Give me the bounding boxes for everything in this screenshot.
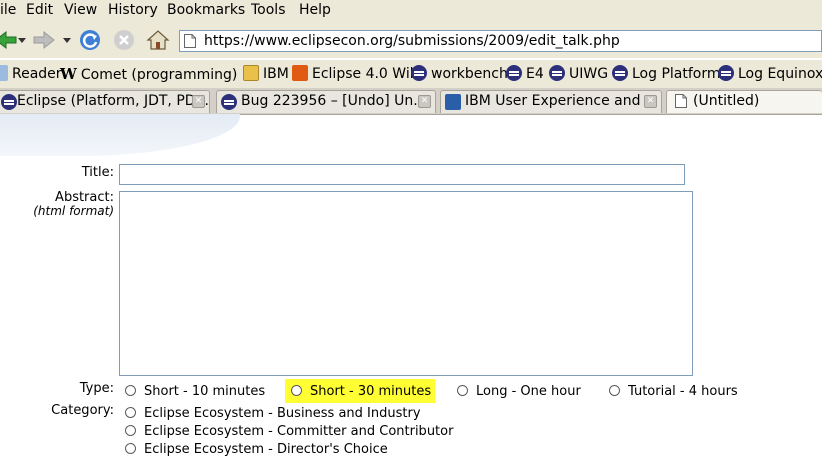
eclipse-icon xyxy=(1,94,17,110)
tab-eclipse[interactable]: Eclipse (Platform, JDT, PD... ✕ xyxy=(0,90,210,113)
bookmark-ibm[interactable]: IBM xyxy=(243,64,289,84)
menu-tools[interactable]: Tools xyxy=(251,0,286,20)
bookmarks-toolbar: Reader W Comet (programming) ... IBM Ecli… xyxy=(0,60,822,88)
eclipse-icon xyxy=(221,94,237,110)
category-business-label: Eclipse Ecosystem - Business and Industr… xyxy=(144,406,421,421)
eclipse-icon xyxy=(612,65,628,81)
category-directors-choice-radio[interactable] xyxy=(125,443,136,454)
w3-icon xyxy=(445,94,461,110)
menu-bookmarks[interactable]: Bookmarks xyxy=(167,0,245,20)
type-tutorial-label: Tutorial - 4 hours xyxy=(628,384,738,399)
eclipse-icon xyxy=(411,65,427,81)
type-long-label: Long - One hour xyxy=(476,384,581,399)
wiki-icon xyxy=(292,65,308,81)
bookmark-log-platform[interactable]: Log Platform xyxy=(612,64,721,84)
menu-bar: ile Edit View History Bookmarks Tools He… xyxy=(0,0,822,23)
type-long-radio[interactable] xyxy=(457,385,468,396)
stop-icon[interactable] xyxy=(112,28,136,52)
bookmark-comet[interactable]: W Comet (programming) ... xyxy=(60,64,255,84)
title-label: Title: xyxy=(81,165,114,180)
url-bar[interactable]: https://www.eclipsecon.org/submissions/2… xyxy=(179,30,822,52)
type-tutorial-radio[interactable] xyxy=(609,385,620,396)
category-committer-radio[interactable] xyxy=(125,425,136,436)
tab-strip: Eclipse (Platform, JDT, PD... ✕ Bug 2239… xyxy=(0,88,822,115)
header-decoration xyxy=(0,114,240,156)
back-history-dropdown-icon[interactable] xyxy=(18,38,26,44)
type-short-10-radio[interactable] xyxy=(125,385,136,396)
type-label: Type: xyxy=(79,381,114,396)
bookmark-e4[interactable]: E4 xyxy=(506,64,544,84)
abstract-format-hint: (html format) xyxy=(33,204,114,218)
menu-help[interactable]: Help xyxy=(299,0,331,20)
bookmark-eclipse-wiki[interactable]: Eclipse 4.0 Wiki xyxy=(292,64,422,84)
type-short-10-label: Short - 10 minutes xyxy=(144,384,266,399)
bookmark-reader[interactable]: Reader xyxy=(0,64,62,84)
abstract-label: Abstract: xyxy=(55,190,114,205)
bookmark-uiwg[interactable]: UIWG xyxy=(549,64,608,84)
folder-icon xyxy=(243,65,259,81)
url-text[interactable]: https://www.eclipsecon.org/submissions/2… xyxy=(204,32,620,50)
category-committer-label: Eclipse Ecosystem - Committer and Contri… xyxy=(144,424,454,439)
category-business-radio[interactable] xyxy=(125,407,136,418)
back-icon[interactable] xyxy=(0,28,18,52)
menu-file[interactable]: ile xyxy=(0,0,16,20)
close-tab-icon[interactable]: ✕ xyxy=(418,95,431,108)
bookmark-log-equinox[interactable]: Log Equinox xyxy=(718,64,822,84)
title-input[interactable] xyxy=(119,164,685,185)
forward-history-dropdown-icon[interactable] xyxy=(63,38,71,44)
category-directors-choice-label: Eclipse Ecosystem - Director's Choice xyxy=(144,442,388,457)
forward-icon[interactable] xyxy=(32,28,56,52)
feed-icon xyxy=(0,65,8,81)
menu-edit[interactable]: Edit xyxy=(26,0,53,20)
close-tab-icon[interactable]: ✕ xyxy=(644,95,657,108)
type-short-30-label: Short - 30 minutes xyxy=(310,384,432,399)
reload-icon[interactable] xyxy=(78,28,102,52)
close-tab-icon[interactable]: ✕ xyxy=(192,95,205,108)
tab-ibm-ux[interactable]: IBM User Experience and ... ✕ xyxy=(440,90,662,113)
category-label: Category: xyxy=(51,403,114,418)
page-icon xyxy=(184,34,196,48)
abstract-textarea[interactable] xyxy=(119,191,693,376)
wikipedia-icon: W xyxy=(60,65,77,83)
menu-view[interactable]: View xyxy=(64,0,97,20)
eclipse-icon xyxy=(549,65,565,81)
page-icon xyxy=(675,94,687,108)
tab-untitled[interactable]: (Untitled) xyxy=(666,90,822,113)
bookmark-workbench[interactable]: workbench xyxy=(411,64,508,84)
tab-bug[interactable]: Bug 223956 – [Undo] Un... ✕ xyxy=(216,90,436,113)
type-short-30-radio[interactable] xyxy=(291,385,302,396)
eclipse-icon xyxy=(718,65,734,81)
home-icon[interactable] xyxy=(146,28,170,52)
menu-history[interactable]: History xyxy=(108,0,158,20)
eclipse-icon xyxy=(506,65,522,81)
